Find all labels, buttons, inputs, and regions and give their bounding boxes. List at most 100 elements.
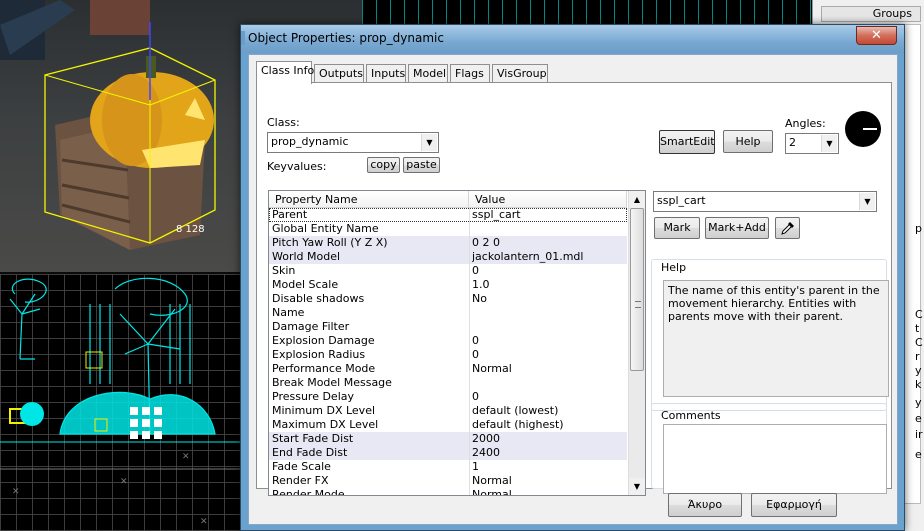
tab-flags[interactable]: Flags [450,64,490,83]
property-value: 0 [472,348,479,361]
copy-button[interactable]: copy [367,157,400,173]
column-divider [469,278,470,292]
svg-text:✕: ✕ [200,517,208,527]
cancel-button[interactable]: Άκυρο [668,493,742,517]
edge-char: e [915,412,922,425]
property-row[interactable]: End Fade Dist 2400 [269,446,627,460]
column-divider [469,488,470,495]
property-name: Damage Filter [272,320,350,333]
property-row[interactable]: Global Entity Name [269,222,627,236]
property-grid[interactable]: Property Name Value Parent sspl_cart Globa… [268,190,646,496]
tab-model[interactable]: Model [408,64,448,83]
column-header-value[interactable]: Value [469,191,627,208]
dialog-title: Object Properties: prop_dynamic [248,31,444,45]
column-divider [469,306,470,320]
property-value: 1 [472,460,479,473]
scroll-up-icon[interactable]: ▲ [629,191,645,208]
mark-button[interactable]: Mark [654,217,700,239]
property-row[interactable]: Pitch Yaw Roll (Y Z X) 0 2 0 [269,236,627,250]
angles-select[interactable]: 2 ▼ [785,133,839,154]
property-value: 2000 [472,432,500,445]
property-row[interactable]: Minimum DX Level default (lowest) [269,404,627,418]
class-select-value: prop_dynamic [271,135,349,148]
property-row[interactable]: Maximum DX Level default (highest) [269,418,627,432]
property-row[interactable]: Performance Mode Normal [269,362,627,376]
property-row[interactable]: Break Model Message [269,376,627,390]
property-row[interactable]: Skin 0 [269,264,627,278]
property-value: 0 2 0 [472,236,500,249]
property-row[interactable]: Render Mode Normal [269,488,627,496]
eyedropper-button[interactable] [775,217,800,239]
chevron-down-icon: ▼ [821,135,837,152]
tab-inputs[interactable]: Inputs [366,64,406,83]
property-row[interactable]: Name [269,306,627,320]
edge-char: p [915,222,922,235]
property-name: Pressure Delay [272,390,355,403]
property-value: jackolantern_01.mdl [472,250,584,263]
property-row[interactable]: Disable shadows No [269,292,627,306]
groups-tab[interactable]: Groups [821,6,921,22]
edge-char: C [915,308,923,321]
property-row[interactable]: Damage Filter [269,320,627,334]
property-value: 1.0 [472,278,490,291]
column-header-property-name[interactable]: Property Name [269,191,469,208]
property-row[interactable]: Explosion Damage 0 [269,334,627,348]
column-divider [469,320,470,334]
property-value: sspl_cart [472,208,521,221]
property-name: Name [272,306,305,319]
value-select-text: sspl_cart [657,194,706,207]
property-name: Global Entity Name [272,222,379,235]
property-row[interactable]: World Model jackolantern_01.mdl [269,250,627,264]
property-grid-scrollbar[interactable]: ▲ ▼ [628,191,645,495]
tab-visgroup[interactable]: VisGroup [492,64,548,83]
column-divider [469,376,470,390]
comments-textarea[interactable] [663,424,887,494]
property-value: Normal [472,488,512,496]
eyedropper-icon [780,222,794,235]
angles-label: Angles: [785,117,826,130]
help-button[interactable]: Help [723,130,773,153]
mark-add-button[interactable]: Mark+Add [705,217,769,239]
property-value: 2400 [472,446,500,459]
property-name: World Model [272,250,341,263]
column-divider [469,432,470,446]
property-row[interactable]: Fade Scale 1 [269,460,627,474]
close-button[interactable]: ✕ [856,26,897,45]
tab-class-info[interactable]: Class Info [256,61,314,84]
angles-select-value: 2 [789,136,796,149]
value-select[interactable]: sspl_cart ▼ [653,191,877,212]
close-icon: ✕ [871,28,882,43]
side-viewport-2d[interactable]: ✕ ✕ ✕ ✕ [0,274,250,531]
apply-button[interactable]: Εφαρμογή [751,493,837,517]
property-row[interactable]: Pressure Delay 0 [269,390,627,404]
property-name: Start Fade Dist [272,432,354,445]
column-divider [469,348,470,362]
column-divider [469,362,470,376]
dialog-titlebar[interactable]: Object Properties: prop_dynamic ✕ [241,25,904,53]
angle-dial[interactable] [845,111,881,147]
svg-text:✕: ✕ [12,487,20,497]
property-row[interactable]: Explosion Radius 0 [269,348,627,362]
tab-outputs[interactable]: Outputs [314,64,364,83]
column-divider [469,208,470,222]
edge-char: r [915,350,920,363]
property-value: 0 [472,390,479,403]
svg-text:8 128: 8 128 [176,224,205,235]
scroll-thumb[interactable] [630,208,644,371]
keyvalues-label: Keyvalues: [267,160,327,173]
property-row[interactable]: Render FX Normal [269,474,627,488]
comments-label: Comments [661,409,721,422]
object-properties-dialog: Object Properties: prop_dynamic ✕ Class … [240,24,905,531]
property-row[interactable]: Parent sspl_cart [269,208,627,222]
property-value: default (lowest) [472,404,559,417]
property-row[interactable]: Model Scale 1.0 [269,278,627,292]
property-name: Render FX [272,474,329,487]
class-select[interactable]: prop_dynamic ▼ [267,132,439,153]
help-text-box: The name of this entity's parent in the … [663,280,889,397]
grip-icon [635,301,641,308]
column-divider [469,334,470,348]
property-row[interactable]: Start Fade Dist 2000 [269,432,627,446]
paste-button[interactable]: paste [403,157,440,173]
scroll-down-icon[interactable]: ▼ [629,478,645,495]
smartedit-toggle[interactable]: SmartEdit [659,130,715,154]
